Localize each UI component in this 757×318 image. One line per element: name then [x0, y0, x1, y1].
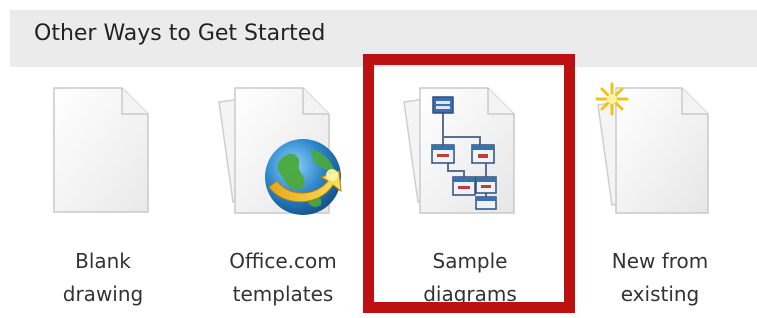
- tile-label-line2: diagrams: [423, 282, 517, 306]
- tile-label-line1: New from: [611, 249, 709, 273]
- tile-blank-drawing[interactable]: Blank drawing: [38, 75, 168, 318]
- tile-office-templates[interactable]: Office.com templates: [203, 75, 363, 318]
- tile-label-line2: templates: [232, 282, 334, 306]
- tile-label-line1: Sample: [432, 249, 508, 273]
- tile-new-from-existing[interactable]: New from existing: [590, 75, 730, 318]
- tile-label-line2: drawing: [62, 282, 144, 306]
- tile-label: Blank drawing: [38, 245, 168, 311]
- office-globe-icon: [218, 87, 342, 215]
- new-from-existing-icon: [595, 82, 709, 214]
- tile-label: Office.com templates: [203, 245, 363, 311]
- tile-label-line1: Office.com: [229, 249, 337, 273]
- blank-document-icon: [53, 87, 149, 213]
- tile-label: Sample diagrams: [390, 245, 550, 311]
- sample-diagram-icon: [403, 87, 515, 214]
- section-header: Other Ways to Get Started: [10, 10, 757, 67]
- section-title: Other Ways to Get Started: [34, 21, 326, 46]
- tile-label: New from existing: [590, 245, 730, 311]
- tile-label-line2: existing: [620, 282, 700, 306]
- tile-label-line1: Blank: [75, 249, 131, 273]
- tile-sample-diagrams[interactable]: Sample diagrams: [390, 75, 550, 318]
